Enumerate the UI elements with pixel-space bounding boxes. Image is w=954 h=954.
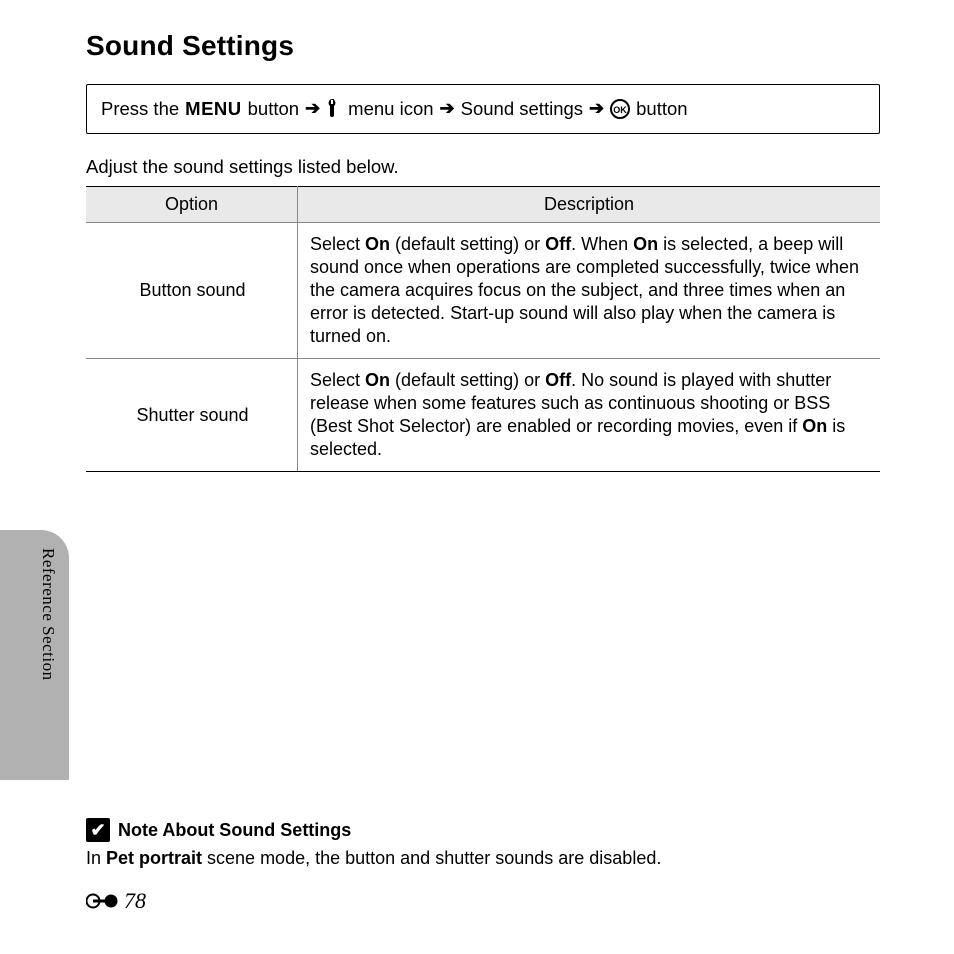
desc-text: (default setting) or: [390, 370, 545, 390]
table-row: Button sound Select On (default setting)…: [86, 223, 880, 359]
arrow-right-icon: ➔: [305, 97, 320, 120]
note-heading: ✔ Note About Sound Settings: [86, 818, 880, 842]
side-section-label: Reference Section: [38, 548, 58, 681]
desc-bold: On: [365, 234, 390, 254]
options-table: Option Description Button sound Select O…: [86, 186, 880, 472]
page-content: Sound Settings Press the MENU button ➔ m…: [86, 30, 880, 472]
intro-text: Adjust the sound settings listed below.: [86, 156, 880, 178]
desc-bold: On: [365, 370, 390, 390]
note-bold: Pet portrait: [106, 848, 202, 868]
note-body: In Pet portrait scene mode, the button a…: [86, 848, 880, 869]
desc-bold: Off: [545, 370, 571, 390]
nav-text: Press the: [101, 97, 179, 121]
note-block: ✔ Note About Sound Settings In Pet portr…: [86, 818, 880, 869]
check-box-icon: ✔: [86, 818, 110, 842]
desc-bold: On: [802, 416, 827, 436]
table-row: Shutter sound Select On (default setting…: [86, 359, 880, 472]
option-name: Button sound: [86, 223, 298, 359]
nav-text: Sound settings: [461, 97, 583, 121]
desc-bold: Off: [545, 234, 571, 254]
desc-bold: On: [633, 234, 658, 254]
table-header-description: Description: [298, 187, 881, 223]
desc-text: Select: [310, 370, 365, 390]
page-title: Sound Settings: [86, 30, 880, 62]
nav-text: button: [636, 97, 687, 121]
nav-text: menu icon: [348, 97, 433, 121]
table-header-option: Option: [86, 187, 298, 223]
option-description: Select On (default setting) or Off. No s…: [298, 359, 881, 472]
arrow-right-icon: ➔: [440, 97, 455, 120]
note-text: In: [86, 848, 106, 868]
wrench-icon: [326, 99, 342, 119]
desc-text: (default setting) or: [390, 234, 545, 254]
ok-button-icon: OK: [610, 99, 630, 119]
desc-text: . When: [571, 234, 633, 254]
arrow-right-icon: ➔: [589, 97, 604, 120]
note-title: Note About Sound Settings: [118, 820, 351, 841]
nav-text: button: [248, 97, 299, 121]
svg-text:OK: OK: [613, 105, 627, 115]
page-number-value: 78: [124, 888, 146, 914]
desc-text: Select: [310, 234, 365, 254]
page-number: 78: [86, 888, 146, 914]
note-text: scene mode, the button and shutter sound…: [202, 848, 661, 868]
side-tab: [0, 530, 69, 780]
menu-button-label: MENU: [185, 97, 241, 121]
navigation-path-box: Press the MENU button ➔ menu icon ➔ Soun…: [86, 84, 880, 134]
page-ref-icon: [86, 892, 118, 910]
option-description: Select On (default setting) or Off. When…: [298, 223, 881, 359]
option-name: Shutter sound: [86, 359, 298, 472]
